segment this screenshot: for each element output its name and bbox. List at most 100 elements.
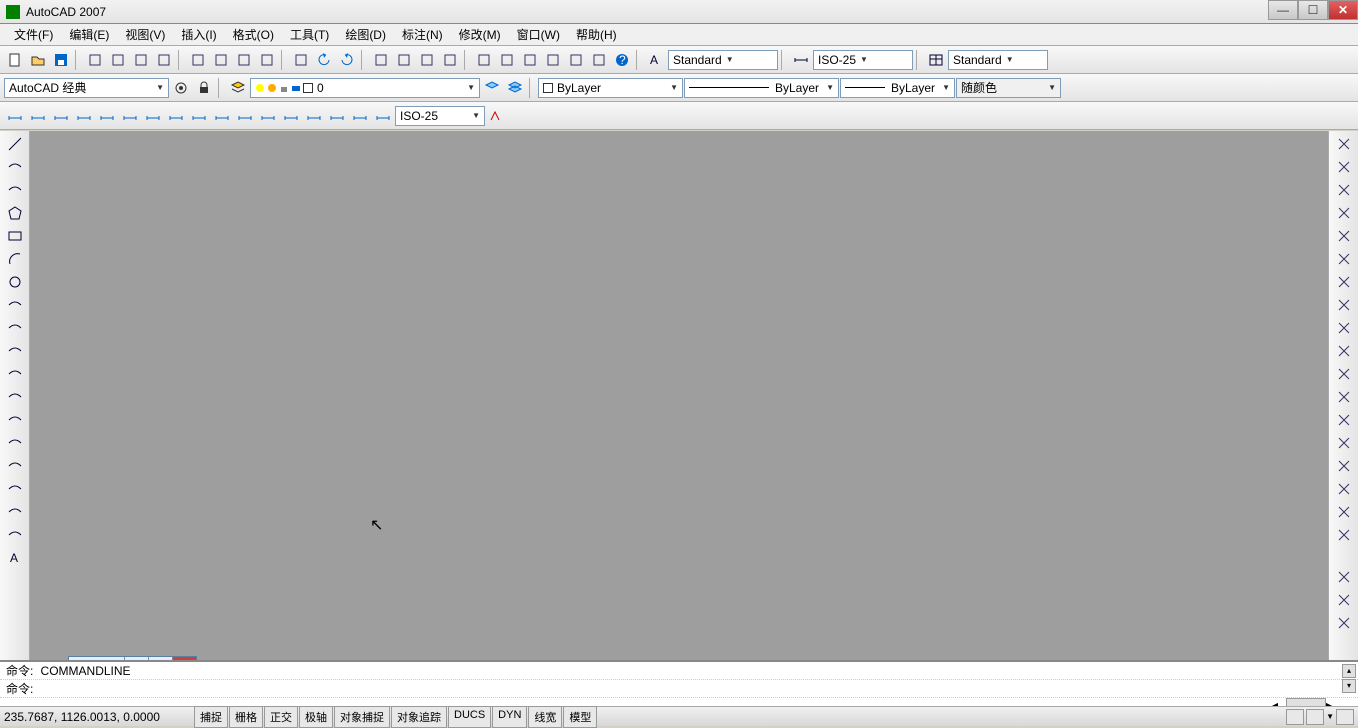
line-icon[interactable]: [4, 133, 26, 155]
status-toggle-1[interactable]: 栅格: [229, 706, 263, 728]
dim-apply-icon[interactable]: [486, 105, 508, 127]
ordinate-icon[interactable]: [73, 105, 95, 127]
baseline-icon[interactable]: [211, 105, 233, 127]
mirror-icon[interactable]: [1333, 179, 1355, 201]
publish-icon[interactable]: [130, 49, 152, 71]
dcenter-icon[interactable]: [496, 49, 518, 71]
redo-icon[interactable]: [336, 49, 358, 71]
aligned-icon[interactable]: [27, 105, 49, 127]
mtext-icon[interactable]: A: [4, 547, 26, 569]
sheetset-icon[interactable]: [542, 49, 564, 71]
xline-icon[interactable]: [4, 156, 26, 178]
trim-icon[interactable]: [1333, 340, 1355, 362]
linetype-dropdown[interactable]: ByLayer▼: [684, 78, 839, 98]
zoom-rt-icon[interactable]: [393, 49, 415, 71]
block-icon[interactable]: [4, 409, 26, 431]
ellipse-arc-icon[interactable]: [4, 363, 26, 385]
explode-icon[interactable]: [1333, 501, 1355, 523]
status-toggle-9[interactable]: 模型: [563, 706, 597, 728]
fillet-icon[interactable]: [1333, 478, 1355, 500]
point-icon[interactable]: [4, 432, 26, 454]
radius-icon[interactable]: [96, 105, 118, 127]
layer-prev-icon[interactable]: [481, 77, 503, 99]
rectangle-icon[interactable]: [4, 225, 26, 247]
qleader-icon[interactable]: [257, 105, 279, 127]
angular-icon[interactable]: [165, 105, 187, 127]
menu-insert[interactable]: 插入(I): [175, 24, 222, 45]
color-dropdown[interactable]: ByLayer▼: [538, 78, 683, 98]
offset-icon[interactable]: [1333, 202, 1355, 224]
comm-icon[interactable]: [1286, 709, 1304, 725]
table-style-btn[interactable]: [925, 49, 947, 71]
arc-len-icon[interactable]: [50, 105, 72, 127]
new-icon[interactable]: [4, 49, 26, 71]
menu-edit[interactable]: 编辑(E): [63, 24, 115, 45]
layer-props-icon[interactable]: [227, 77, 249, 99]
polygon-icon[interactable]: [4, 202, 26, 224]
edit-icon[interactable]: [326, 105, 348, 127]
erase-icon[interactable]: [1333, 133, 1355, 155]
tool1-icon[interactable]: [1333, 566, 1355, 588]
insert-icon[interactable]: [4, 386, 26, 408]
text-style-dropdown[interactable]: Standard▼: [668, 50, 778, 70]
status-toggle-0[interactable]: 捕捉: [194, 706, 228, 728]
drawing-canvas[interactable]: ↖ Dra... ❐ ☐ ✕: [30, 131, 1328, 680]
text-style-btn[interactable]: A: [645, 49, 667, 71]
scale-icon[interactable]: [1333, 294, 1355, 316]
join-icon[interactable]: [1333, 432, 1355, 454]
menu-draw[interactable]: 绘图(D): [339, 24, 392, 45]
copy-icon[interactable]: [1333, 156, 1355, 178]
menu-modify[interactable]: 修改(M): [453, 24, 507, 45]
zoom-win-icon[interactable]: [416, 49, 438, 71]
dim-style2-dropdown[interactable]: ISO-25▼: [395, 106, 485, 126]
continue-icon[interactable]: [234, 105, 256, 127]
layer-dropdown[interactable]: 0 ▼: [250, 78, 480, 98]
jogged-icon[interactable]: [119, 105, 141, 127]
revcloud-icon[interactable]: [4, 294, 26, 316]
menu-tools[interactable]: 工具(T): [284, 24, 335, 45]
center-icon[interactable]: [303, 105, 325, 127]
menu-format[interactable]: 格式(O): [227, 24, 280, 45]
gradient-icon[interactable]: [4, 478, 26, 500]
tray-arrow-icon[interactable]: ▼: [1326, 712, 1334, 721]
markup-icon[interactable]: [565, 49, 587, 71]
layer-states-icon[interactable]: [504, 77, 526, 99]
menu-dimension[interactable]: 标注(N): [396, 24, 449, 45]
move-icon[interactable]: [1333, 248, 1355, 270]
open-icon[interactable]: [27, 49, 49, 71]
table-style-dropdown[interactable]: Standard▼: [948, 50, 1048, 70]
status-toggle-8[interactable]: 线宽: [528, 706, 562, 728]
menu-window[interactable]: 窗口(W): [511, 24, 566, 45]
zoom-prev-icon[interactable]: [439, 49, 461, 71]
tpalette-icon[interactable]: [519, 49, 541, 71]
help-icon[interactable]: ?: [611, 49, 633, 71]
ellipse-icon[interactable]: [4, 340, 26, 362]
workspace-settings-icon[interactable]: [170, 77, 192, 99]
menu-file[interactable]: 文件(F): [8, 24, 59, 45]
tolerance-icon[interactable]: [280, 105, 302, 127]
cleanscreen-icon[interactable]: [1336, 709, 1354, 725]
linear-icon[interactable]: [4, 105, 26, 127]
maximize-button[interactable]: ☐: [1298, 0, 1328, 20]
break-icon[interactable]: [1333, 386, 1355, 408]
hatch-icon[interactable]: [4, 455, 26, 477]
circle-icon[interactable]: [4, 271, 26, 293]
plot-icon[interactable]: [84, 49, 106, 71]
save-icon[interactable]: [50, 49, 72, 71]
props-icon[interactable]: [473, 49, 495, 71]
break2-icon[interactable]: [1333, 409, 1355, 431]
undo-icon[interactable]: [313, 49, 335, 71]
lineweight-dropdown[interactable]: ByLayer▼: [840, 78, 955, 98]
pline-icon[interactable]: [4, 179, 26, 201]
copy-icon[interactable]: [210, 49, 232, 71]
sheet-icon[interactable]: [153, 49, 175, 71]
preview-icon[interactable]: [107, 49, 129, 71]
cut-icon[interactable]: [187, 49, 209, 71]
region-icon[interactable]: [4, 501, 26, 523]
chamfer-icon[interactable]: [1333, 455, 1355, 477]
tool2-icon[interactable]: [1333, 589, 1355, 611]
workspace-lock-icon[interactable]: [193, 77, 215, 99]
menu-view[interactable]: 视图(V): [119, 24, 171, 45]
quick-icon[interactable]: [188, 105, 210, 127]
menu-help[interactable]: 帮助(H): [570, 24, 623, 45]
